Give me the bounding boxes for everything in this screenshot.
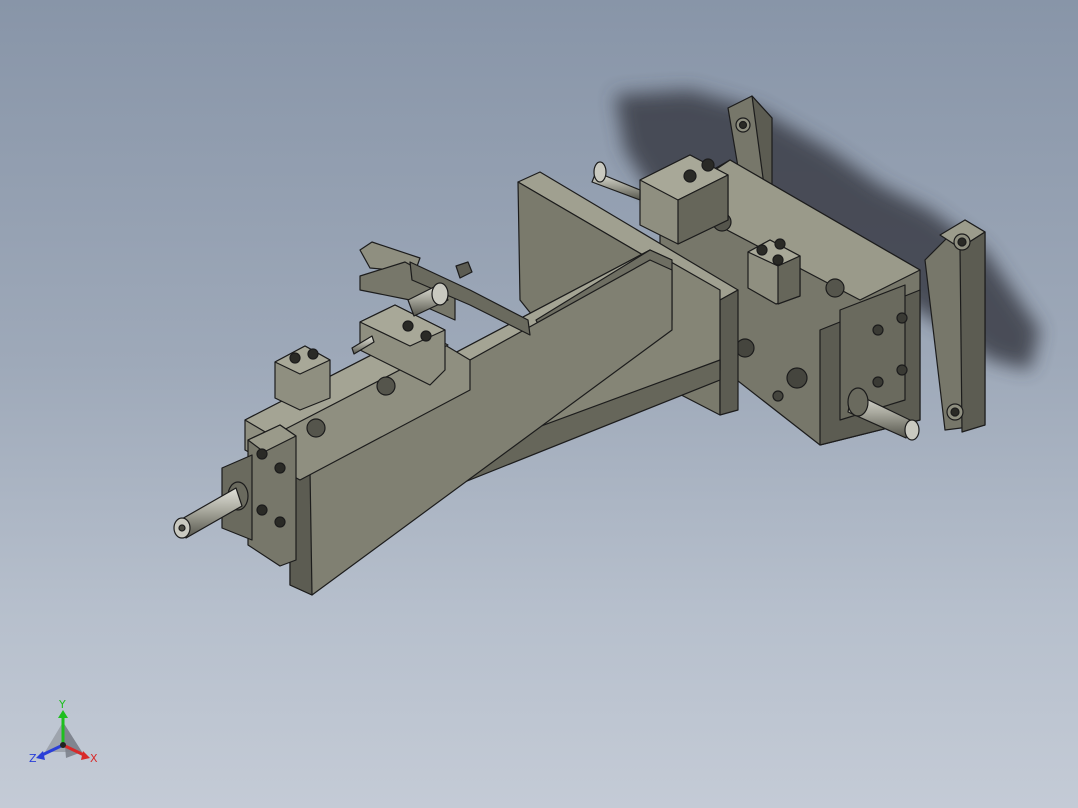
rear-piston-rod-top: [591, 161, 641, 201]
triad-z-arrow-icon: [36, 751, 45, 760]
triad-y-label: Y: [58, 698, 66, 711]
gripper-assembly[interactable]: [173, 95, 986, 596]
triad-y-arrow-icon: [58, 710, 68, 718]
front-clamp-block-1: [274, 345, 331, 411]
triad-z-label: Z: [29, 752, 37, 765]
cad-3d-viewport[interactable]: Y Z X: [0, 0, 1078, 808]
orientation-triad[interactable]: Y Z X: [29, 698, 98, 765]
triad-x-label: X: [90, 752, 98, 765]
triad-origin-icon: [60, 742, 66, 748]
rear-mounting-plate: [924, 219, 986, 433]
triad-x-arrow-icon: [81, 751, 90, 760]
